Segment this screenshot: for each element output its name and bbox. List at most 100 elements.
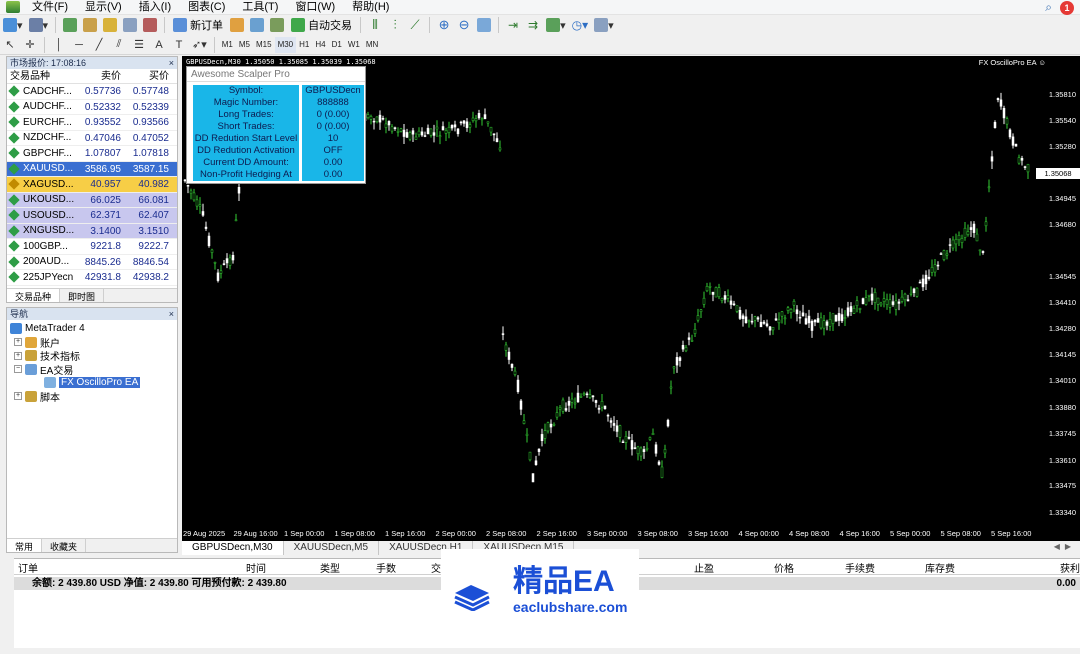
tf-h4[interactable]: H4	[312, 37, 328, 53]
tab-tick-chart[interactable]: 即时图	[60, 289, 105, 302]
tab-favorites[interactable]: 收藏夹	[42, 539, 87, 552]
market-watch-row[interactable]: EURCHF... 0.93552 0.93566	[7, 115, 177, 131]
tf-m30[interactable]: M30	[274, 36, 297, 53]
templates-icon[interactable]: ▾	[592, 16, 616, 34]
horizontal-line-icon[interactable]: ─	[70, 36, 88, 54]
data-window-icon[interactable]	[81, 16, 99, 34]
col-tp[interactable]: 止盈	[694, 562, 714, 578]
tab-symbols[interactable]: 交易品种	[7, 289, 61, 302]
nav-ea-fx-oscillopro[interactable]: FX OscilloPro EA	[10, 376, 177, 390]
search-icon[interactable]: ⌕	[1045, 0, 1052, 15]
menu-file[interactable]: 文件(F)	[26, 0, 79, 15]
col-trade[interactable]: 交	[431, 562, 441, 578]
fibonacci-icon[interactable]: ☰	[130, 36, 148, 54]
tf-d1[interactable]: D1	[329, 37, 345, 53]
vertical-line-icon[interactable]: │	[50, 36, 68, 54]
col-price[interactable]: 价格	[774, 562, 794, 578]
autoscroll-icon[interactable]: ⇉	[524, 16, 542, 34]
market-watch-row[interactable]: NZDCHF... 0.47046 0.47052	[7, 131, 177, 146]
nav-scripts[interactable]: + 脚本	[10, 390, 177, 404]
chart-shift-icon[interactable]: ⇥	[504, 16, 522, 34]
collapse-icon[interactable]: −	[14, 365, 22, 374]
market-watch-row[interactable]: CADCHF... 0.57736 0.57748	[7, 84, 177, 100]
chart-tab-xauusd-m5[interactable]: XAUUSDecn,M5	[284, 541, 380, 555]
strategy-tester-icon[interactable]	[141, 16, 159, 34]
col-order[interactable]: 订单	[18, 562, 38, 578]
expand-icon[interactable]: +	[14, 392, 22, 401]
label-icon[interactable]: T	[170, 36, 188, 54]
tile-windows-icon[interactable]	[475, 16, 493, 34]
tf-m1[interactable]: M1	[219, 37, 236, 53]
market-watch-row[interactable]: 100GBP... 9221.8 9222.7	[7, 239, 177, 255]
zoom-in-icon[interactable]: ⊕	[435, 16, 453, 34]
menu-window[interactable]: 窗口(W)	[289, 0, 346, 15]
market-watch-row[interactable]: USOUSD... 62.371 62.407	[7, 208, 177, 224]
market-watch-row[interactable]: 200AUD... 8845.26 8846.54	[7, 255, 177, 270]
nav-indicators[interactable]: + 技术指标	[10, 349, 177, 363]
arrows-icon[interactable]: ➶▾	[190, 36, 209, 54]
expand-icon[interactable]: +	[14, 338, 22, 347]
candlestick-icon[interactable]: ⫶	[386, 16, 404, 34]
channel-icon[interactable]: ⫽	[110, 36, 128, 54]
tf-h1[interactable]: H1	[296, 37, 312, 53]
signals-icon[interactable]	[248, 16, 266, 34]
menu-view[interactable]: 显示(V)	[79, 0, 133, 15]
profiles-button[interactable]: ▾	[27, 16, 51, 34]
market-watch-row[interactable]: XAGUSD... 40.957 40.982	[7, 177, 177, 193]
line-chart-icon[interactable]: ⟋	[406, 16, 424, 34]
chart-tab-gbpusd-m30[interactable]: GBPUSDecn,M30	[182, 541, 284, 555]
expand-icon[interactable]: +	[14, 351, 22, 360]
col-symbol[interactable]: 交易品种	[7, 69, 77, 83]
market-watch-icon[interactable]	[61, 16, 79, 34]
indicators-icon[interactable]: ▾	[544, 16, 568, 34]
col-time[interactable]: 时间	[246, 562, 266, 578]
close-icon[interactable]: ×	[169, 308, 177, 320]
terminal-icon[interactable]	[121, 16, 139, 34]
market-watch-row[interactable]: XAUUSD... 3586.95 3587.15	[7, 161, 177, 177]
col-lots[interactable]: 手数	[376, 562, 396, 578]
metaeditor-icon[interactable]	[228, 16, 246, 34]
text-icon[interactable]: A	[150, 36, 168, 54]
col-bid[interactable]: 卖价	[77, 69, 125, 83]
nav-root[interactable]: MetaTrader 4	[10, 322, 177, 336]
tab-scroll-icon[interactable]: ◀▶	[1054, 542, 1076, 551]
col-ask[interactable]: 买价	[125, 69, 169, 83]
nav-accounts[interactable]: + 账户	[10, 336, 177, 350]
market-watch-row[interactable]: GBPCHF... 1.07807 1.07818	[7, 146, 177, 162]
zoom-out-icon[interactable]: ⊖	[455, 16, 473, 34]
market-watch-row[interactable]: UKOUSD... 66.025 66.081	[7, 192, 177, 208]
market-watch-row[interactable]: 225JPYecn 42931.8 42938.2	[7, 270, 177, 286]
tf-w1[interactable]: W1	[345, 37, 363, 53]
trendline-icon[interactable]: ╱	[90, 36, 108, 54]
auto-trading-button[interactable]: 自动交易	[287, 16, 356, 34]
new-chart-button[interactable]: ▾	[1, 16, 25, 34]
menu-help[interactable]: 帮助(H)	[346, 0, 400, 15]
candle-body	[189, 190, 193, 194]
market-watch-tabs: 交易品种 即时图	[7, 288, 177, 302]
menu-insert[interactable]: 插入(I)	[133, 0, 182, 15]
col-swap[interactable]: 库存费	[925, 562, 955, 578]
menu-tools[interactable]: 工具(T)	[236, 0, 289, 15]
menu-charts[interactable]: 图表(C)	[182, 0, 236, 15]
crosshair-icon[interactable]: ✛	[21, 36, 39, 54]
cursor-icon[interactable]: ↖	[1, 36, 19, 54]
tab-common[interactable]: 常用	[7, 539, 43, 552]
new-order-button[interactable]: 新订单	[169, 16, 227, 34]
market-watch-row[interactable]: XNGUSD... 3.1400 3.1510	[7, 223, 177, 239]
close-icon[interactable]: ×	[169, 57, 177, 69]
tf-m5[interactable]: M5	[236, 37, 253, 53]
periods-icon[interactable]: ◷▾	[570, 16, 591, 34]
col-type[interactable]: 类型	[320, 562, 340, 578]
bar-chart-icon[interactable]: ⫴	[366, 16, 384, 34]
market-icon[interactable]	[268, 16, 286, 34]
market-watch-row[interactable]: AUDCHF... 0.52332 0.52339	[7, 100, 177, 115]
nav-expert-advisors[interactable]: − EA交易	[10, 363, 177, 377]
price-axis[interactable]: 1.35810 1.35540 1.35280 1.34945 1.34680 1.345…	[1032, 56, 1080, 541]
navigator-icon[interactable]	[101, 16, 119, 34]
notification-badge[interactable]: 1	[1060, 0, 1074, 15]
tf-m15[interactable]: M15	[253, 37, 275, 53]
col-profit[interactable]: 获利	[1060, 562, 1080, 578]
tf-mn[interactable]: MN	[363, 37, 381, 53]
col-commission[interactable]: 手续费	[845, 562, 875, 578]
candle-body	[573, 402, 577, 405]
